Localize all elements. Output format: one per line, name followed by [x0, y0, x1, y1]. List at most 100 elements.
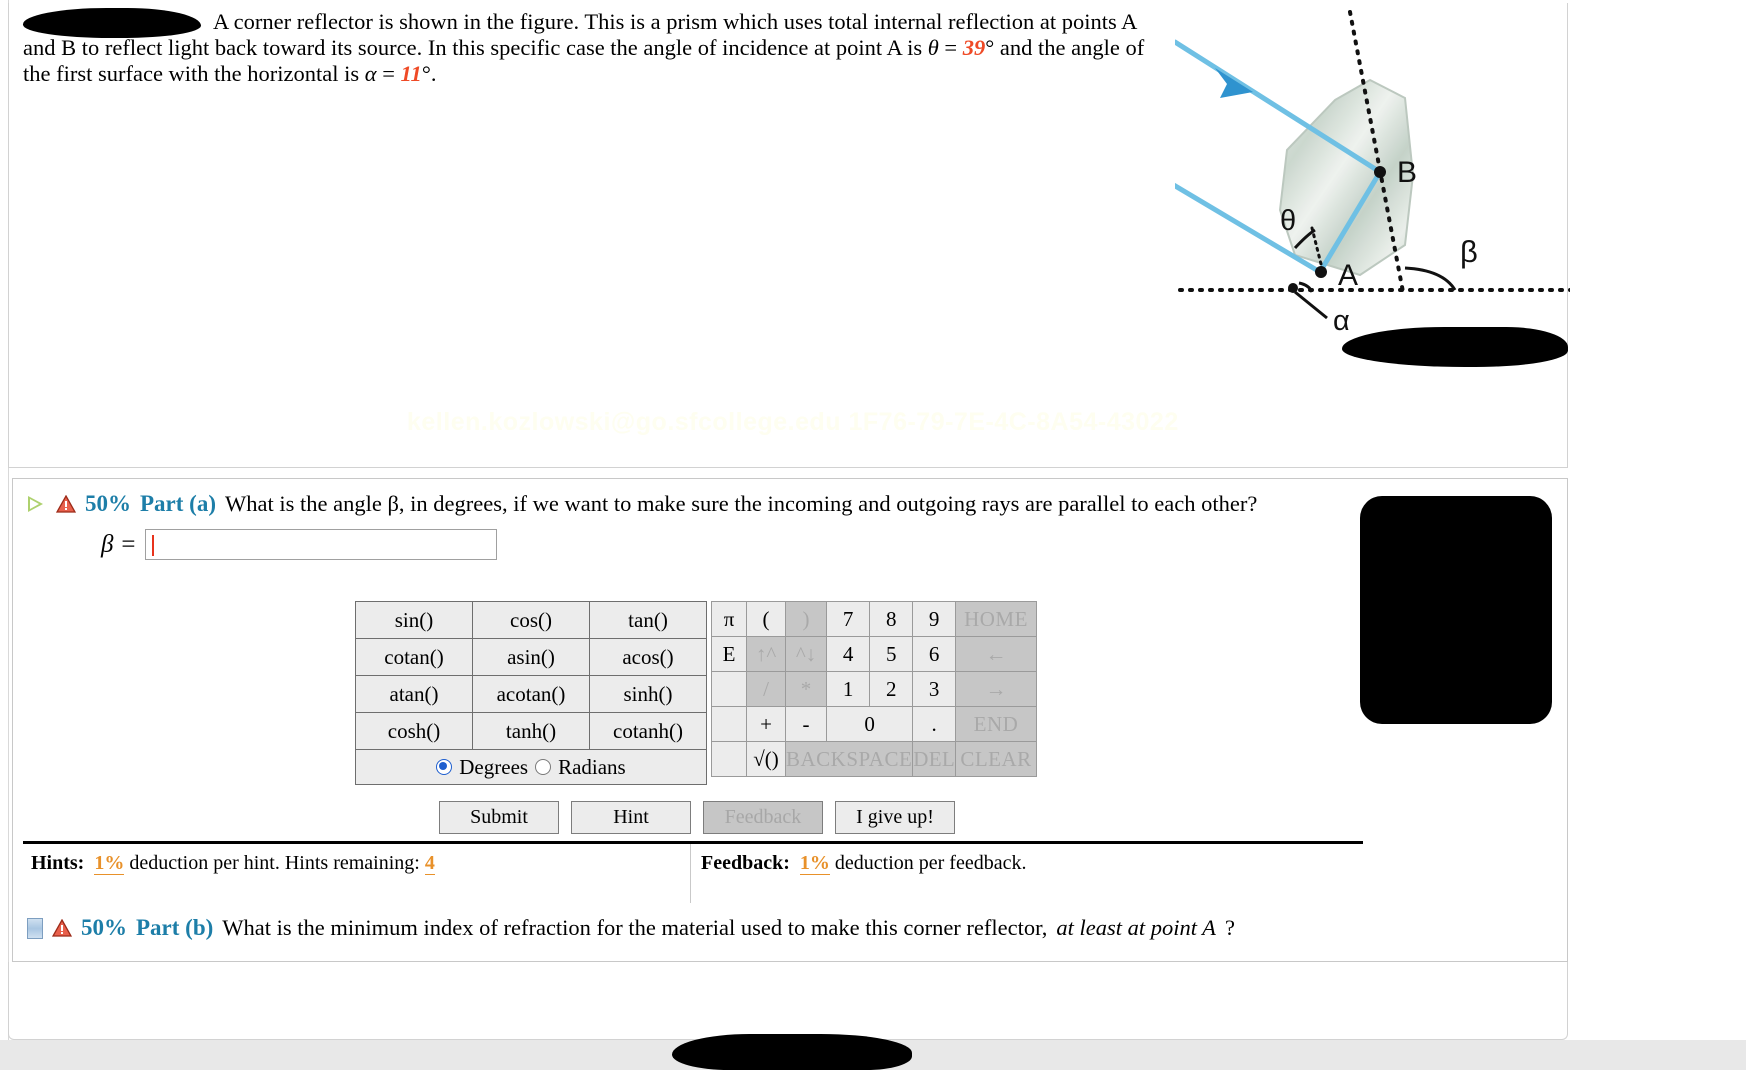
key-cotanh[interactable]: cotanh()	[589, 712, 707, 750]
answer-label-beta: β =	[101, 530, 137, 558]
key-7[interactable]: 7	[826, 601, 871, 637]
keypad-num-row: / * 1 2 3 →	[711, 671, 1038, 707]
key-cos[interactable]: cos()	[472, 601, 590, 639]
theta-degree: °	[985, 35, 995, 60]
prism-body	[1278, 78, 1415, 277]
key-cotan[interactable]: cotan()	[355, 638, 473, 676]
keypad-functions-table: sin() cos() tan() cotan() asin() acos() …	[355, 601, 707, 785]
keypad-fn-row: sin() cos() tan()	[355, 601, 707, 639]
radio-label-radians: Radians	[558, 754, 626, 779]
key-paren-close: )	[784, 601, 828, 637]
key-9[interactable]: 9	[912, 601, 957, 637]
key-5[interactable]: 5	[869, 636, 914, 672]
corner-reflector-figure: A B θ α β	[1142, 0, 1577, 380]
hints-remaining: 4	[424, 852, 435, 875]
part-a-header: 50% Part (a) What is the angle β, in deg…	[27, 487, 1427, 521]
key-decimal[interactable]: .	[912, 706, 957, 742]
key-sqrt[interactable]: √()	[746, 741, 786, 777]
math-keypad: sin() cos() tan() cotan() asin() acos() …	[355, 601, 1038, 785]
alpha-leader-line	[1294, 290, 1328, 320]
point-b-marker	[1374, 166, 1386, 178]
figure-label-beta: β	[1460, 234, 1478, 269]
key-1[interactable]: 1	[826, 671, 871, 707]
alpha-symbol: α	[364, 61, 377, 86]
keypad-fn-row: atan() acotan() sinh()	[355, 675, 707, 713]
feedback-percent: 1%	[799, 852, 830, 875]
alpha-equals: =	[376, 61, 401, 86]
key-cosh[interactable]: cosh()	[355, 712, 473, 750]
expand-triangle-icon[interactable]	[27, 495, 47, 514]
key-minus[interactable]: -	[784, 706, 828, 742]
theta-equals: =	[938, 35, 963, 60]
give-up-button[interactable]: I give up!	[835, 801, 955, 834]
keypad-num-row: + - 0 . END	[711, 706, 1038, 742]
part-b-header: 50% Part (b) What is the minimum index o…	[27, 915, 1235, 941]
key-atan[interactable]: atan()	[355, 675, 473, 713]
alpha-value: 11	[400, 61, 422, 86]
key-plus[interactable]: +	[746, 706, 786, 742]
hint-button[interactable]: Hint	[571, 801, 691, 834]
radio-degrees[interactable]	[436, 759, 453, 775]
keypad-angle-mode-row: Degrees Radians	[355, 749, 707, 785]
key-end: END	[955, 706, 1038, 742]
key-sin[interactable]: sin()	[355, 601, 473, 639]
page-right-margin	[1570, 0, 1746, 1070]
radio-label-degrees: Degrees	[459, 754, 529, 779]
keypad-numeric-table: π ( ) 7 8 9 HOME E ↑^ ^↓ 4 5 6 ← / * 1 2…	[711, 601, 1038, 777]
key-8[interactable]: 8	[869, 601, 914, 637]
key-subscript: ^↓	[784, 636, 828, 672]
keypad-fn-row: cotan() asin() acos()	[355, 638, 707, 676]
page-root: A corner reflector is shown in the figur…	[0, 0, 1746, 1070]
key-acotan[interactable]: acotan()	[472, 675, 590, 713]
key-6[interactable]: 6	[912, 636, 957, 672]
collapse-square-icon[interactable]	[27, 917, 43, 939]
figure-label-b: B	[1397, 156, 1417, 189]
feedback-text: deduction per feedback.	[834, 852, 1027, 874]
key-4[interactable]: 4	[826, 636, 871, 672]
warning-triangle-icon-b	[52, 919, 72, 937]
key-divide: /	[746, 671, 786, 707]
point-a-marker	[1315, 266, 1327, 278]
key-asin[interactable]: asin()	[472, 638, 590, 676]
key-paren-open[interactable]: (	[746, 601, 786, 637]
key-blank-3	[711, 741, 747, 777]
submit-button[interactable]: Submit	[439, 801, 559, 834]
alpha-degree: °	[421, 61, 431, 86]
key-blank-1	[711, 671, 747, 707]
key-e[interactable]: E	[711, 636, 747, 672]
beta-arc	[1404, 266, 1457, 291]
key-tan[interactable]: tan()	[589, 601, 707, 639]
keypad-num-row: π ( ) 7 8 9 HOME	[711, 601, 1038, 637]
hints-feedback-bar: Hints: 1% deduction per hint. Hints rema…	[23, 841, 1363, 903]
hints-text: deduction per hint. Hints remaining:	[129, 852, 425, 874]
part-a-panel: 50% Part (a) What is the angle β, in deg…	[12, 478, 1568, 908]
redaction-mark-side-panel	[1360, 496, 1552, 724]
key-0[interactable]: 0	[826, 706, 914, 742]
key-sinh[interactable]: sinh()	[589, 675, 707, 713]
redaction-mark-intro	[23, 8, 201, 38]
keypad-num-row: √() BACKSPACE DEL CLEAR	[711, 741, 1038, 777]
part-b-percent: 50%	[81, 915, 127, 940]
feedback-button: Feedback	[703, 801, 823, 834]
key-home: HOME	[955, 601, 1038, 637]
radio-radians[interactable]	[535, 759, 552, 775]
hints-title: Hints:	[31, 852, 85, 874]
key-backspace: BACKSPACE	[784, 741, 914, 777]
key-pi[interactable]: π	[711, 601, 747, 637]
text-caret	[151, 535, 154, 556]
part-b-question-italic: at least at point A	[1056, 915, 1216, 940]
key-multiply: *	[784, 671, 828, 707]
answer-input-beta[interactable]	[144, 529, 497, 560]
angle-mode-cell: Degrees Radians	[355, 749, 707, 785]
key-arrow-left: ←	[955, 636, 1038, 672]
key-2[interactable]: 2	[869, 671, 914, 707]
key-3[interactable]: 3	[912, 671, 957, 707]
part-b-title: Part (b)	[136, 915, 214, 940]
statement-end: .	[430, 61, 437, 86]
part-a-action-buttons: Submit Hint Feedback I give up!	[439, 801, 955, 834]
figure-label-a: A	[1338, 259, 1358, 292]
key-acos[interactable]: acos()	[589, 638, 707, 676]
keypad-fn-row: cosh() tanh() cotanh()	[355, 712, 707, 750]
theta-symbol: θ	[927, 35, 939, 60]
key-tanh[interactable]: tanh()	[472, 712, 590, 750]
